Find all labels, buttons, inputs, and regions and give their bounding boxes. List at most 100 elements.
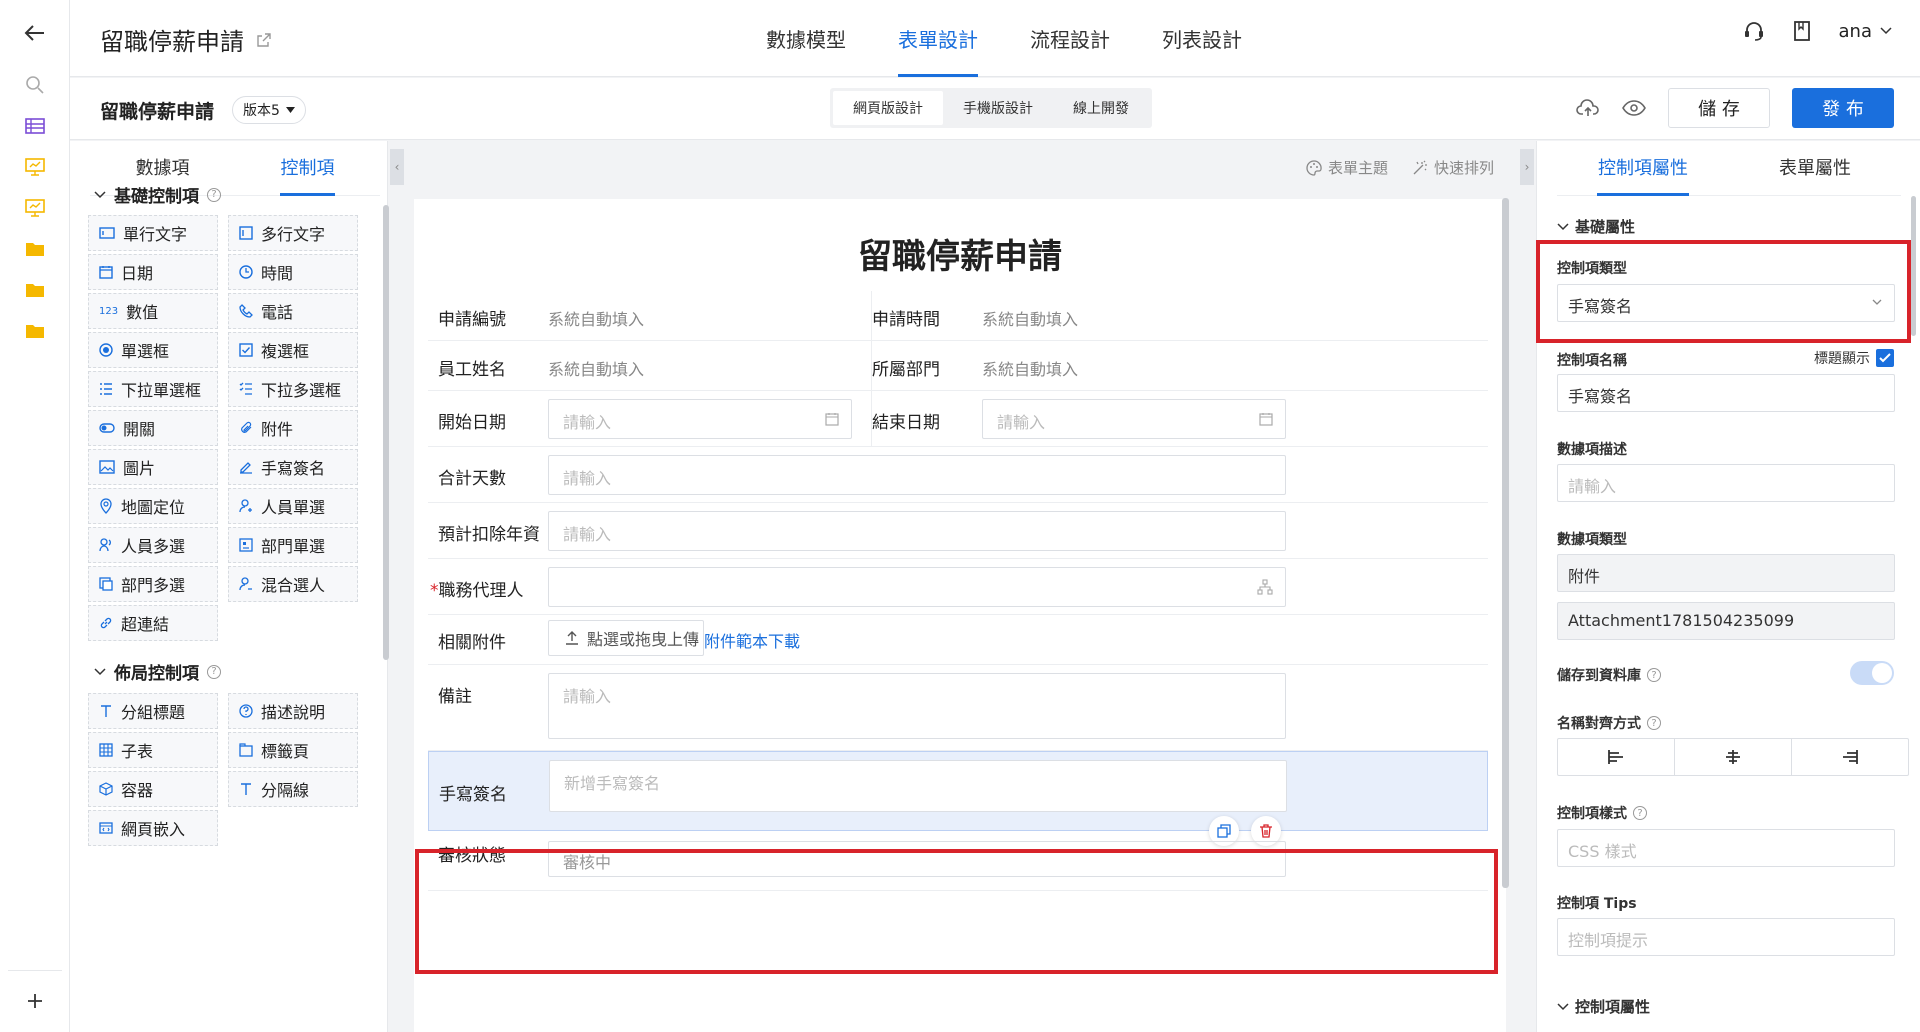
control-properties-header[interactable]: 控制項屬性 <box>1557 996 1650 1017</box>
calendar-icon <box>825 413 839 426</box>
eye-icon[interactable] <box>1622 100 1646 116</box>
search-icon[interactable] <box>22 72 48 98</box>
help-icon[interactable]: ? <box>207 187 221 202</box>
tab-controls[interactable]: 控制項 <box>235 141 380 196</box>
agent-select-input[interactable] <box>548 567 1286 607</box>
control-dropdown-multi[interactable]: 下拉多選框 <box>228 371 358 407</box>
control-single-line-text[interactable]: 單行文字 <box>88 215 218 251</box>
start-date-input[interactable]: 請輸入 <box>548 399 852 439</box>
quick-arrange-button[interactable]: 快速排列 <box>1412 157 1494 178</box>
total-days-input[interactable]: 請輸入 <box>548 455 1286 495</box>
radio-icon <box>99 343 113 357</box>
control-radio[interactable]: 單選框 <box>88 332 218 368</box>
collapse-right-icon[interactable]: › <box>1520 149 1534 185</box>
control-dropdown-single[interactable]: 下拉單選框 <box>88 371 218 407</box>
tab-control-properties[interactable]: 控制項屬性 <box>1557 141 1729 196</box>
checkbox-checked-icon[interactable] <box>1876 349 1894 367</box>
book-icon[interactable] <box>1793 20 1811 42</box>
control-user-single[interactable]: 人員單選 <box>228 488 358 524</box>
control-user-multi[interactable]: 人員多選 <box>88 527 218 563</box>
template-download-link[interactable]: 附件範本下載 <box>704 628 800 652</box>
save-button[interactable]: 儲 存 <box>1668 88 1770 128</box>
save-db-switch[interactable] <box>1850 661 1894 685</box>
signature-pad[interactable]: 新增手寫簽名 <box>549 760 1287 812</box>
field-label-agent: *職務代理人 <box>430 581 524 601</box>
tab-flow-design[interactable]: 流程設計 <box>1004 0 1136 77</box>
control-number[interactable]: 123 數值 <box>88 293 218 329</box>
cloud-upload-icon[interactable] <box>1576 98 1600 118</box>
control-phone[interactable]: 電話 <box>228 293 358 329</box>
canvas-scrollbar[interactable] <box>1502 198 1509 888</box>
form-row-signature-selected[interactable]: 手寫簽名 新增手寫簽名 <box>428 751 1488 846</box>
help-icon[interactable]: ? <box>207 664 221 679</box>
control-multi-line-text[interactable]: 多行文字 <box>228 215 358 251</box>
control-dept-multi[interactable]: 部門多選 <box>88 566 218 602</box>
users-icon <box>99 538 111 552</box>
basic-controls-header[interactable]: 基礎控制項 ? <box>94 182 221 207</box>
help-icon[interactable]: ? <box>1647 668 1661 682</box>
align-center-button[interactable] <box>1675 739 1792 775</box>
align-left-button[interactable] <box>1558 739 1675 775</box>
control-dept-single[interactable]: 部門單選 <box>228 527 358 563</box>
form-row-total: 合計天數 請輸入 <box>428 447 1488 503</box>
form-row-employee: 員工姓名 系統自動填入 所屬部門 系統自動填入 <box>428 341 1488 391</box>
layout-controls-header[interactable]: 佈局控制項 ? <box>94 659 221 684</box>
tips-input[interactable]: 控制項提示 <box>1557 918 1895 956</box>
note-textarea[interactable]: 請輸入 <box>548 673 1286 739</box>
presentation-icon[interactable] <box>22 154 48 180</box>
control-checkbox[interactable]: 複選框 <box>228 332 358 368</box>
tab-data-model[interactable]: 數據模型 <box>740 0 872 77</box>
mode-mobile[interactable]: 手機版設計 <box>943 91 1053 125</box>
control-signature[interactable]: 手寫簽名 <box>228 449 358 485</box>
tab-list-design[interactable]: 列表設計 <box>1136 0 1268 77</box>
publish-button[interactable]: 發 布 <box>1792 88 1894 128</box>
upload-button[interactable]: 點選或拖曳上傳 <box>548 620 704 656</box>
control-switch[interactable]: 開關 <box>88 410 218 446</box>
control-time[interactable]: 時間 <box>228 254 358 290</box>
help-icon[interactable]: ? <box>1647 716 1661 730</box>
mode-web[interactable]: 網頁版設計 <box>833 91 943 125</box>
headset-icon[interactable] <box>1743 20 1765 42</box>
control-container[interactable]: 容器 <box>88 771 218 807</box>
control-description[interactable]: 描述說明 <box>228 693 358 729</box>
collapse-left-icon[interactable]: ‹ <box>390 149 404 185</box>
palette-scrollbar[interactable] <box>383 205 389 660</box>
back-arrow-icon[interactable] <box>22 20 48 46</box>
presentation-icon-2[interactable] <box>22 195 48 221</box>
help-icon[interactable]: ? <box>1633 806 1647 820</box>
folder-icon-3[interactable] <box>22 318 48 344</box>
control-image[interactable]: 圖片 <box>88 449 218 485</box>
data-desc-input[interactable]: 請輸入 <box>1557 464 1895 502</box>
mode-online-dev[interactable]: 線上開發 <box>1053 91 1149 125</box>
folder-icon[interactable] <box>22 236 48 262</box>
deduct-seniority-input[interactable]: 請輸入 <box>548 511 1286 551</box>
control-date[interactable]: 日期 <box>88 254 218 290</box>
css-style-input[interactable]: CSS 樣式 <box>1557 829 1895 867</box>
control-subtable[interactable]: 子表 <box>88 732 218 768</box>
tab-form-properties[interactable]: 表單屬性 <box>1729 141 1901 195</box>
control-web-embed[interactable]: 網頁嵌入 <box>88 810 218 846</box>
control-divider[interactable]: 分隔線 <box>228 771 358 807</box>
plus-icon[interactable] <box>22 988 48 1014</box>
tips-label: 控制項 Tips <box>1557 896 1637 912</box>
version-select[interactable]: 版本5 <box>232 96 306 124</box>
tab-form-design[interactable]: 表單設計 <box>872 0 1004 77</box>
control-map-location[interactable]: 地圖定位 <box>88 488 218 524</box>
control-attachment[interactable]: 附件 <box>228 410 358 446</box>
folder-icon-2[interactable] <box>22 277 48 303</box>
external-link-icon[interactable] <box>256 32 272 48</box>
control-tabs[interactable]: 標籤頁 <box>228 732 358 768</box>
form-theme-button[interactable]: 表單主題 <box>1306 157 1388 178</box>
control-hyperlink[interactable]: 超連結 <box>88 605 218 641</box>
end-date-input[interactable]: 請輸入 <box>982 399 1286 439</box>
control-name-input[interactable]: 手寫簽名 <box>1557 374 1895 412</box>
align-right-button[interactable] <box>1792 739 1908 775</box>
basic-properties-header[interactable]: 基礎屬性 <box>1557 216 1635 237</box>
control-mixed-select[interactable]: 混合選人 <box>228 566 358 602</box>
show-title-toggle[interactable]: 標題顯示 <box>1814 348 1894 368</box>
control-group-title[interactable]: 分組標題 <box>88 693 218 729</box>
properties-scrollbar[interactable] <box>1911 196 1916 336</box>
table-icon[interactable] <box>22 113 48 139</box>
user-menu[interactable]: ana <box>1839 21 1892 42</box>
field-label-end: 結束日期 <box>872 413 940 433</box>
